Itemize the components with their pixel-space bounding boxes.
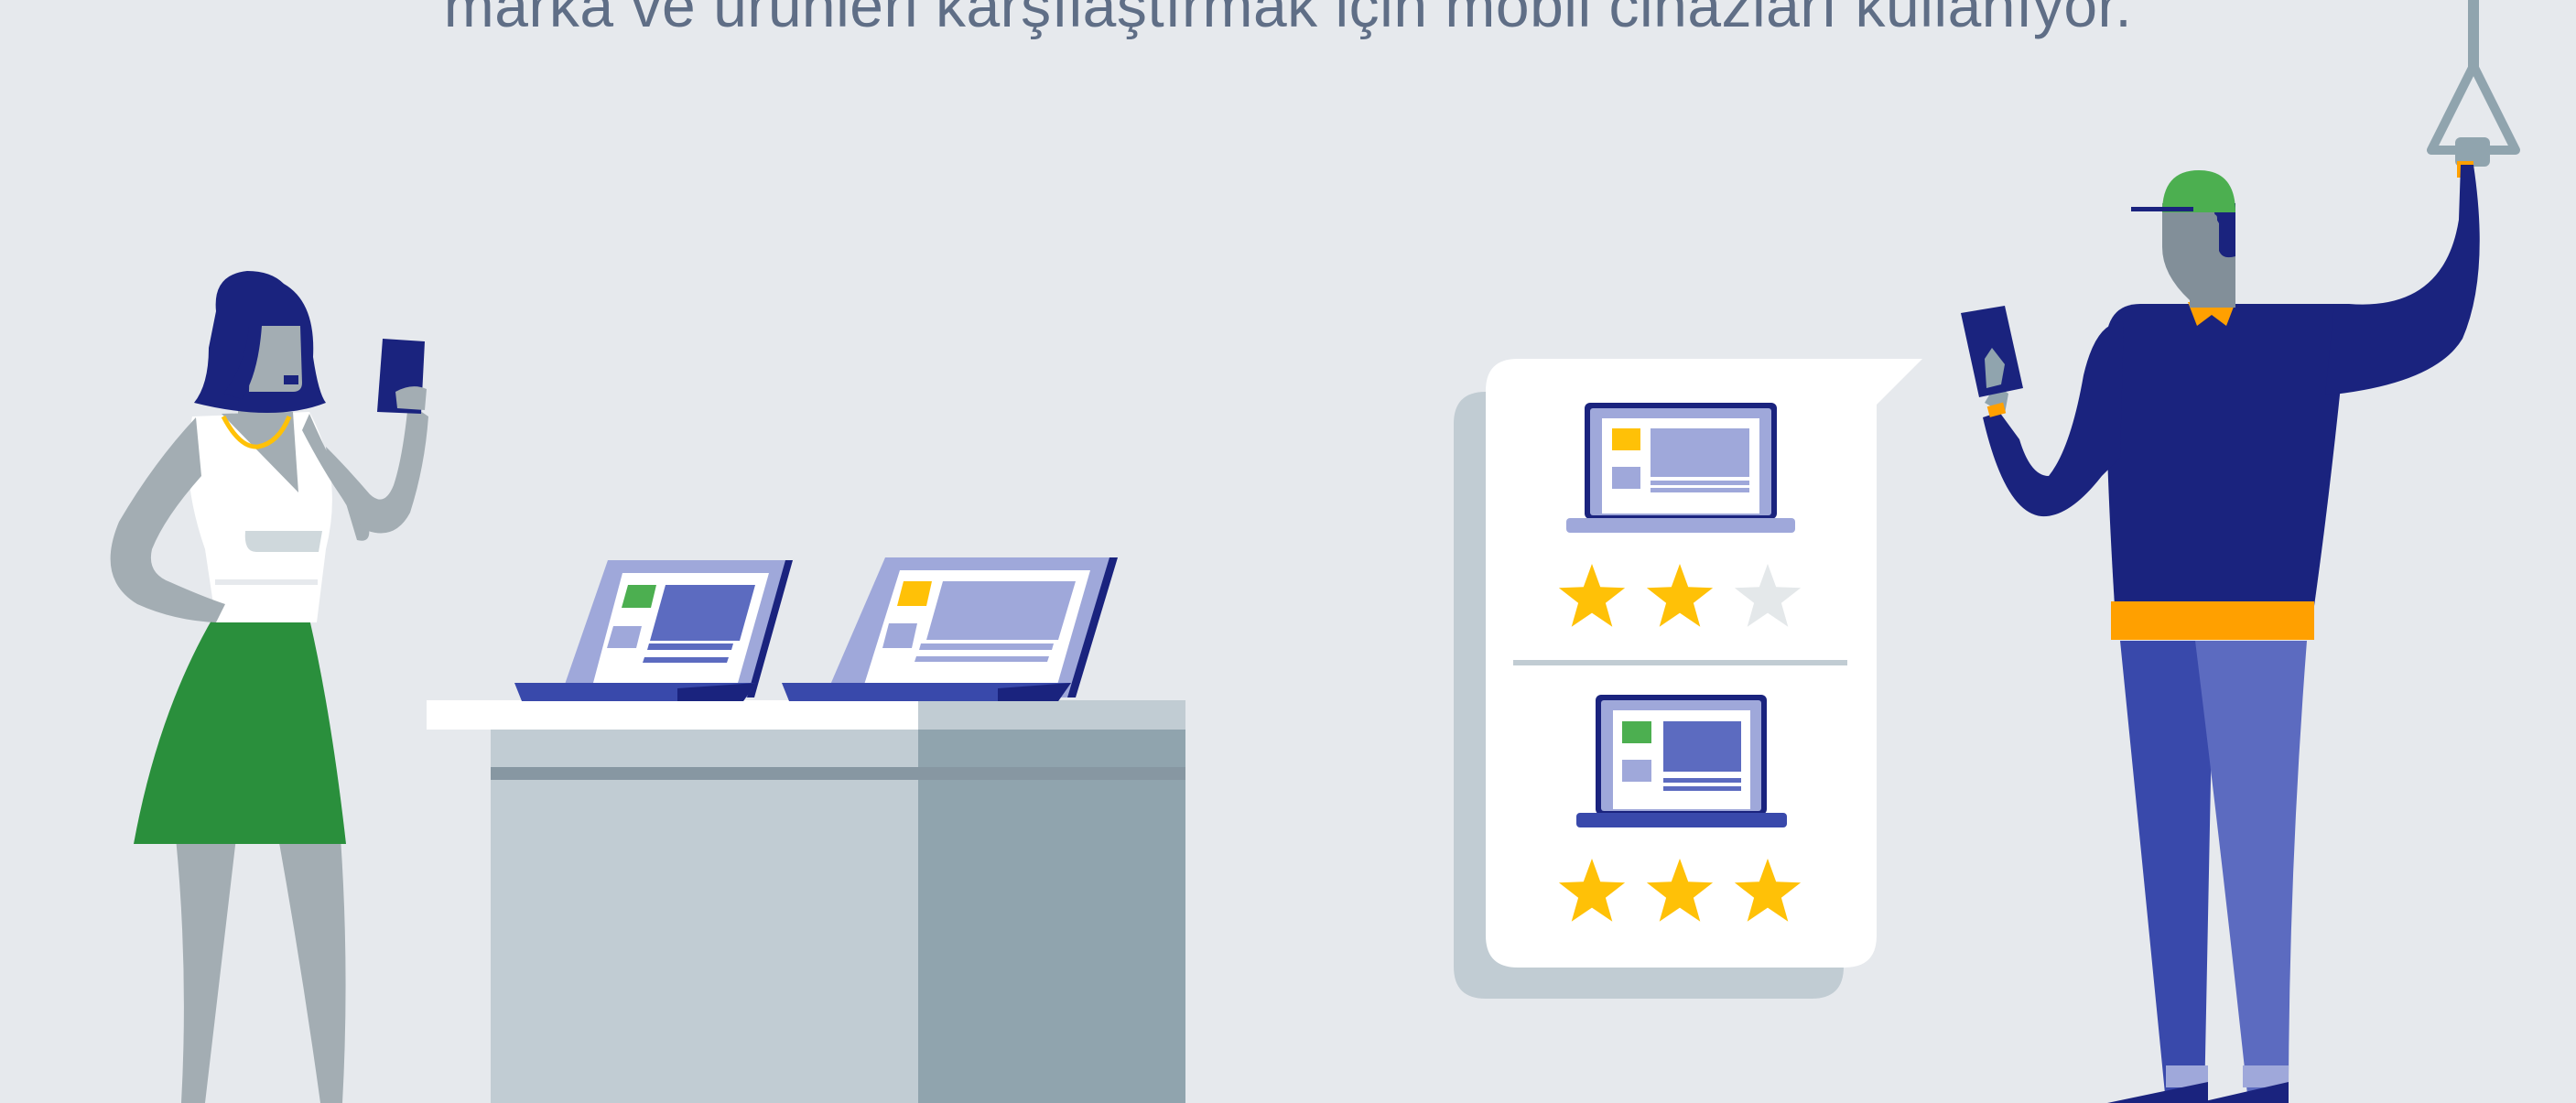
woman-shopper <box>110 271 428 1103</box>
laptop-icon <box>1576 695 1787 827</box>
illustration-stage: marka ve ürünleri karşılaştırmak için mo… <box>0 0 2576 1103</box>
laptop-icon <box>514 560 793 701</box>
card-divider <box>1513 660 1847 665</box>
display-table <box>427 700 1185 1103</box>
review-card <box>1454 359 1922 999</box>
man-commuter <box>1961 0 2520 1103</box>
scene-illustration <box>110 0 2520 1103</box>
laptop-icon <box>782 557 1118 701</box>
laptop-icon <box>1566 403 1795 533</box>
strap-handle <box>2468 0 2479 71</box>
